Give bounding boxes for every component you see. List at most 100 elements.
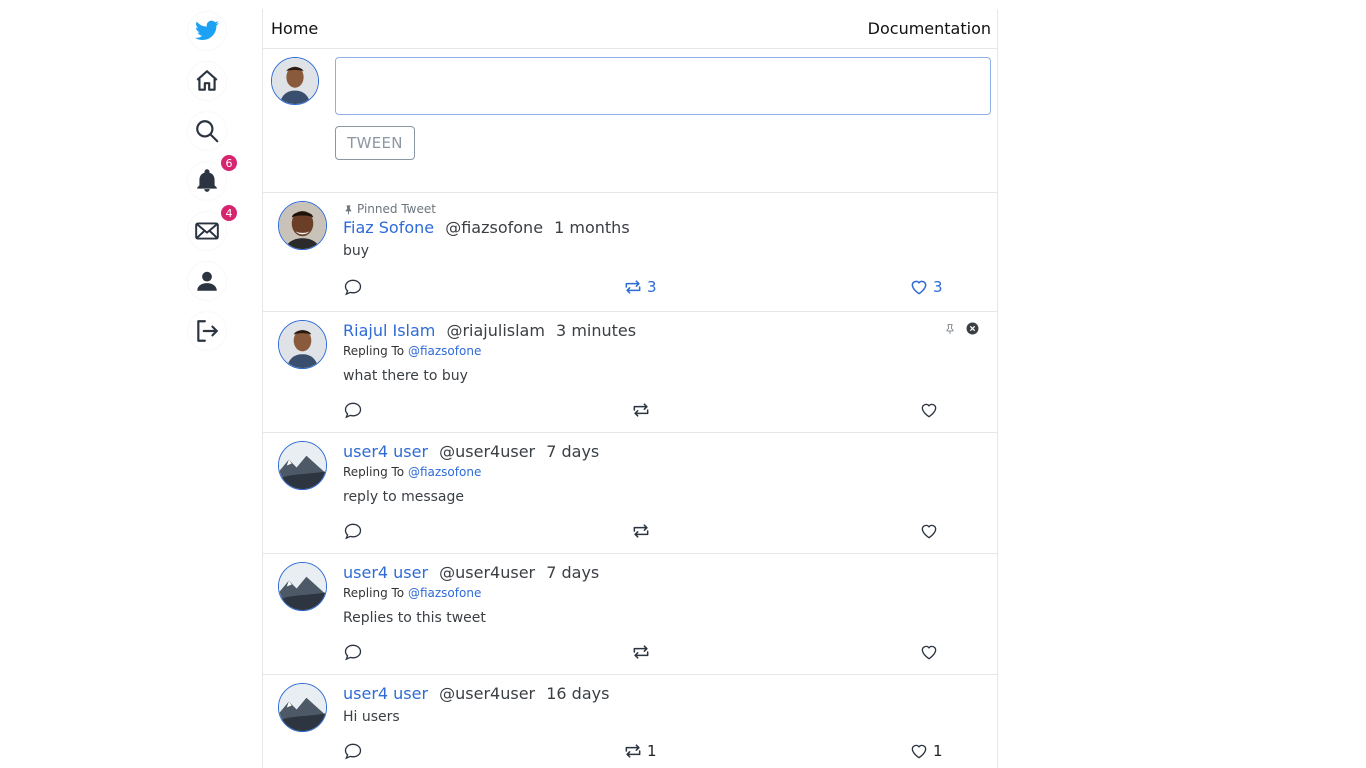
heart-icon [911, 744, 927, 759]
tweet-timestamp: 7 days [546, 563, 600, 582]
user-photo-icon [272, 58, 318, 104]
tweet-author-handle: @user4user [439, 442, 536, 461]
sidebar-item-search[interactable] [188, 112, 226, 150]
pin-icon [345, 204, 352, 215]
tweet-author-handle: @user4user [439, 563, 536, 582]
replying-to: Repling To @fiazsofone [343, 463, 997, 481]
comment-icon [344, 743, 362, 760]
tweet-timestamp: 3 minutes [556, 321, 637, 340]
heart-icon [921, 524, 937, 539]
retweet-icon [633, 524, 649, 538]
tweet-text: reply to message [343, 489, 464, 505]
like-count: 3 [933, 278, 943, 296]
twitter-bird-icon [195, 20, 219, 40]
replying-prefix: Repling To [343, 586, 405, 600]
heart-icon [921, 645, 937, 660]
tweet-actions [343, 642, 963, 664]
sidebar-item-logo[interactable] [188, 12, 226, 50]
tweet-author-name[interactable]: user4 user [343, 563, 428, 582]
user-icon [197, 271, 217, 291]
sidebar-item-notifications[interactable]: 6 [188, 154, 238, 200]
tweet-item: user4 user @user4user 7 days Repling To … [263, 433, 997, 554]
sidebar-item-home[interactable] [188, 62, 226, 100]
tweet-item: Riajul Islam @riajulislam 3 minutes Repl… [263, 312, 997, 433]
tweet-author-handle: @user4user [439, 684, 536, 703]
tweet-actions: 3 3 [343, 277, 963, 299]
tweet-author-handle: @riajulislam [446, 321, 545, 340]
tweet-item: Pinned Tweet Fiaz Sofone @fiazsofone 1 m… [263, 193, 997, 312]
top-bar: Home Documentation [263, 9, 997, 49]
reply-button[interactable] [343, 277, 363, 297]
retweet-icon [625, 744, 641, 758]
home-icon [196, 70, 218, 91]
reply-button[interactable] [343, 741, 363, 761]
retweet-button[interactable]: 1 [623, 741, 657, 761]
avatar [271, 57, 319, 105]
heart-icon [921, 403, 937, 418]
sidebar-item-profile[interactable] [188, 262, 226, 300]
pinned-text: Pinned Tweet [357, 202, 436, 216]
avatar[interactable] [278, 201, 327, 250]
avatar[interactable] [278, 683, 327, 732]
tweet-text: buy [343, 243, 370, 259]
sidebar-item-logout[interactable] [188, 312, 226, 350]
tweet-timestamp: 16 days [546, 684, 610, 703]
landscape-photo-icon [279, 442, 326, 489]
replying-prefix: Repling To [343, 465, 405, 479]
avatar[interactable] [278, 441, 327, 490]
tweet-author-name[interactable]: user4 user [343, 442, 428, 461]
landscape-photo-icon [279, 563, 326, 610]
messages-badge: 4 [220, 204, 238, 222]
replying-to: Repling To @fiazsofone [343, 584, 997, 602]
tweet-author-name[interactable]: Fiaz Sofone [343, 218, 434, 237]
tweet-text: Hi users [343, 709, 400, 725]
landscape-photo-icon [279, 684, 326, 731]
pinned-label: Pinned Tweet [343, 201, 997, 217]
avatar[interactable] [278, 562, 327, 611]
tweet-author-name[interactable]: Riajul Islam [343, 321, 435, 340]
comment-icon [344, 523, 362, 540]
retweet-button[interactable] [631, 400, 655, 420]
tweet-actions [343, 521, 963, 543]
replying-prefix: Repling To [343, 344, 405, 358]
tweet-timestamp: 1 months [554, 218, 630, 237]
page-title: Home [271, 19, 319, 38]
tweet-author-handle: @fiazsofone [445, 218, 544, 237]
tweet-author-name[interactable]: user4 user [343, 684, 428, 703]
tweet-text: Replies to this tweet [343, 610, 486, 626]
comment-icon [344, 644, 362, 661]
user-photo-icon [279, 321, 326, 368]
tweet-text: what there to buy [343, 368, 468, 384]
like-button[interactable]: 3 [909, 277, 943, 297]
retweet-button[interactable] [631, 642, 655, 662]
tween-button[interactable]: TWEEN [335, 126, 415, 160]
like-count: 1 [933, 742, 943, 760]
reply-button[interactable] [343, 642, 363, 662]
like-button[interactable] [919, 400, 943, 420]
retweet-icon [625, 280, 641, 294]
notifications-badge: 6 [220, 154, 238, 172]
logout-icon [197, 320, 218, 342]
like-button[interactable] [919, 521, 943, 541]
retweet-button[interactable] [631, 521, 655, 541]
retweet-count: 1 [647, 742, 657, 760]
replying-to-link[interactable]: @fiazsofone [408, 465, 481, 479]
search-icon [196, 120, 219, 143]
like-button[interactable] [919, 642, 943, 662]
like-button[interactable]: 1 [909, 741, 943, 761]
retweet-button[interactable]: 3 [623, 277, 657, 297]
heart-icon [911, 280, 927, 295]
reply-button[interactable] [343, 400, 363, 420]
replying-to-link[interactable]: @fiazsofone [408, 344, 481, 358]
tweet-item: user4 user @user4user 7 days Repling To … [263, 554, 997, 675]
sidebar-item-messages[interactable]: 4 [188, 204, 238, 250]
compose-input[interactable] [335, 57, 991, 115]
documentation-link[interactable]: Documentation [868, 19, 991, 38]
tweet-actions: 1 1 [343, 741, 963, 763]
reply-button[interactable] [343, 521, 363, 541]
comment-icon [344, 402, 362, 419]
comment-icon [344, 279, 362, 296]
replying-to-link[interactable]: @fiazsofone [408, 586, 481, 600]
avatar[interactable] [278, 320, 327, 369]
retweet-count: 3 [647, 278, 657, 296]
